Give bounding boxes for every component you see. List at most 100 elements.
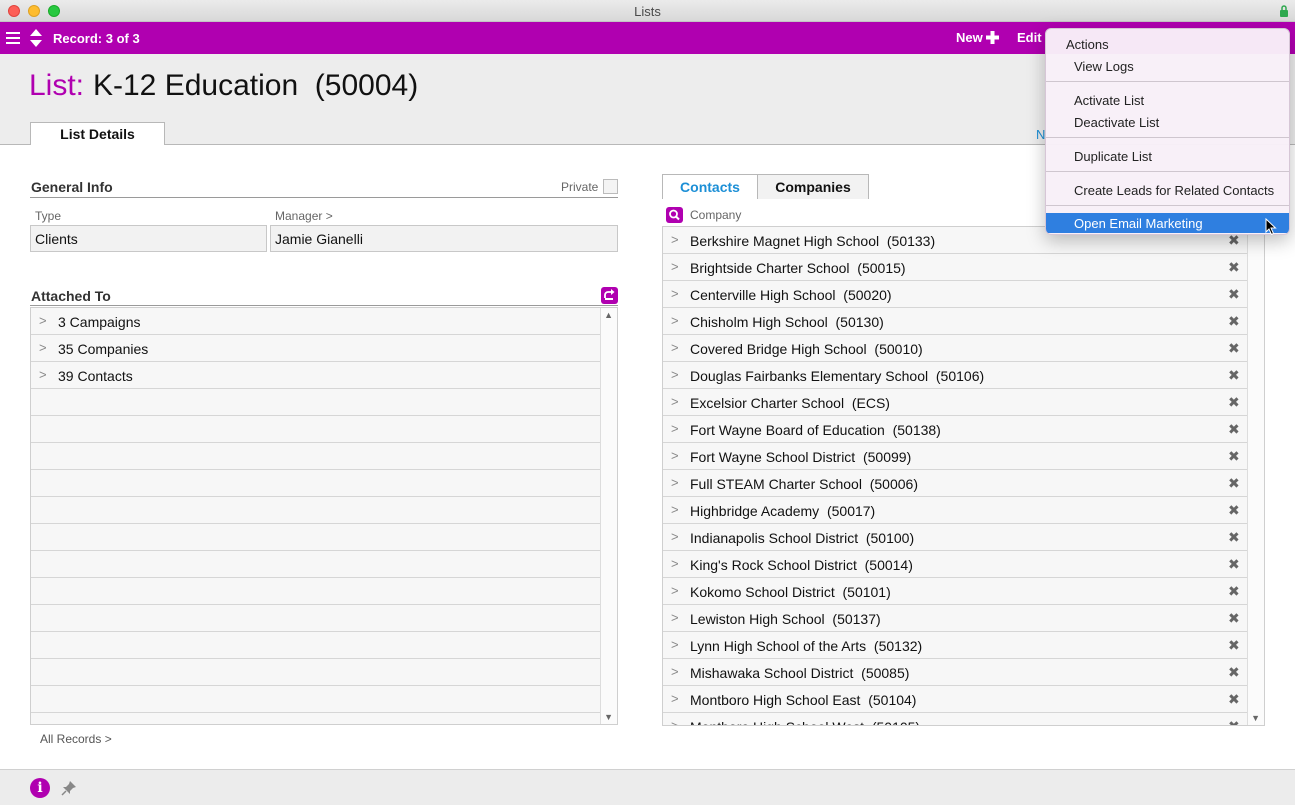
company-name: Centerville High School (50020) (690, 287, 892, 303)
menu-item-open-email-marketing[interactable]: Open Email Marketing (1046, 213, 1289, 233)
list-item[interactable]: >35 Companies (31, 335, 601, 362)
table-row[interactable]: > Lynn High School of the Arts (50132) ✖ (663, 632, 1248, 659)
menu-item-view-logs[interactable]: View Logs (1046, 56, 1289, 76)
remove-icon[interactable]: ✖ (1228, 691, 1240, 708)
attached-to-list: >3 Campaigns >35 Companies >39 Contacts ▲ … (30, 307, 618, 725)
chevron-right-icon[interactable]: > (671, 529, 679, 544)
list-item[interactable]: >39 Contacts (31, 362, 601, 389)
remove-icon[interactable]: ✖ (1228, 286, 1240, 303)
remove-icon[interactable]: ✖ (1228, 259, 1240, 276)
scroll-up-icon[interactable]: ▲ (604, 310, 613, 320)
type-field[interactable]: Clients (30, 225, 267, 252)
chevron-right-icon[interactable]: > (671, 367, 679, 382)
menu-item-create-leads[interactable]: Create Leads for Related Contacts (1046, 180, 1289, 200)
chevron-right-icon[interactable]: > (671, 448, 679, 463)
private-checkbox[interactable] (603, 179, 618, 194)
table-row[interactable]: > Kokomo School District (50101) ✖ (663, 578, 1248, 605)
company-name: Montboro High School West (50105) (690, 719, 920, 725)
table-row[interactable]: > Indianapolis School District (50100) ✖ (663, 524, 1248, 551)
company-name: Excelsior Charter School (ECS) (690, 395, 890, 411)
scroll-down-icon[interactable]: ▼ (604, 712, 613, 722)
company-column-header[interactable]: Company (690, 208, 741, 222)
table-row[interactable]: > Excelsior Charter School (ECS) ✖ (663, 389, 1248, 416)
table-row[interactable]: > Douglas Fairbanks Elementary School (50… (663, 362, 1248, 389)
new-button[interactable]: New (956, 30, 999, 45)
remove-icon[interactable]: ✖ (1228, 664, 1240, 681)
remove-icon[interactable]: ✖ (1228, 421, 1240, 438)
chevron-right-icon[interactable]: > (671, 232, 679, 247)
chevron-right-icon[interactable]: > (671, 475, 679, 490)
remove-icon[interactable]: ✖ (1228, 529, 1240, 546)
chevron-right-icon[interactable]: > (671, 313, 679, 328)
chevron-right-icon[interactable]: > (671, 259, 679, 274)
remove-icon[interactable]: ✖ (1228, 448, 1240, 465)
manager-label[interactable]: Manager > (275, 209, 333, 223)
search-icon[interactable] (666, 207, 683, 223)
partial-link[interactable]: N (1036, 127, 1045, 142)
remove-icon[interactable]: ✖ (1228, 556, 1240, 573)
chevron-right-icon[interactable]: > (39, 313, 47, 328)
chevron-right-icon[interactable]: > (671, 610, 679, 625)
table-row[interactable]: > Brightside Charter School (50015) ✖ (663, 254, 1248, 281)
chevron-right-icon[interactable]: > (39, 367, 47, 382)
remove-icon[interactable]: ✖ (1228, 610, 1240, 627)
tab-contacts[interactable]: Contacts (662, 174, 758, 199)
scroll-down-icon[interactable]: ▼ (1251, 713, 1260, 723)
edit-button[interactable]: Edit (1017, 30, 1042, 45)
menu-item-deactivate-list[interactable]: Deactivate List (1046, 112, 1289, 132)
empty-row (31, 416, 601, 443)
menu-item-activate-list[interactable]: Activate List (1046, 90, 1289, 110)
chevron-right-icon[interactable]: > (671, 502, 679, 517)
remove-icon[interactable]: ✖ (1228, 313, 1240, 330)
companies-list-scrollbar[interactable]: ▼ (1247, 227, 1264, 725)
table-row[interactable]: > Fort Wayne Board of Education (50138) ✖ (663, 416, 1248, 443)
attached-list-scrollbar[interactable]: ▲ ▼ (600, 308, 617, 724)
table-row[interactable]: > Centerville High School (50020) ✖ (663, 281, 1248, 308)
info-icon[interactable]: i (30, 778, 50, 798)
tab-list-details[interactable]: List Details (30, 122, 165, 146)
remove-icon[interactable]: ✖ (1228, 502, 1240, 519)
table-row[interactable]: > Lewiston High School (50137) ✖ (663, 605, 1248, 632)
table-row[interactable]: > Fort Wayne School District (50099) ✖ (663, 443, 1248, 470)
table-row[interactable]: > Montboro High School West (50105) ✖ (663, 713, 1248, 725)
remove-icon[interactable]: ✖ (1228, 475, 1240, 492)
chevron-right-icon[interactable]: > (671, 421, 679, 436)
pin-icon[interactable] (61, 780, 77, 796)
chevron-right-icon[interactable]: > (671, 340, 679, 355)
chevron-right-icon[interactable]: > (671, 394, 679, 409)
chevron-right-icon[interactable]: > (671, 637, 679, 652)
remove-icon[interactable]: ✖ (1228, 637, 1240, 654)
all-records-link[interactable]: All Records > (40, 732, 112, 746)
chevron-right-icon[interactable]: > (671, 286, 679, 301)
table-row[interactable]: > Full STEAM Charter School (50006) ✖ (663, 470, 1248, 497)
chevron-right-icon[interactable]: > (39, 340, 47, 355)
table-row[interactable]: > Highbridge Academy (50017) ✖ (663, 497, 1248, 524)
manager-field[interactable]: Jamie Gianelli (270, 225, 618, 252)
chevron-right-icon[interactable]: > (671, 691, 679, 706)
table-row[interactable]: > Covered Bridge High School (50010) ✖ (663, 335, 1248, 362)
list-item[interactable]: >3 Campaigns (31, 308, 601, 335)
list-item-label: 39 Contacts (58, 368, 133, 384)
page-title-prefix: List: (29, 69, 85, 102)
remove-icon[interactable]: ✖ (1228, 718, 1240, 725)
share-icon[interactable] (601, 287, 618, 304)
chevron-right-icon[interactable]: > (671, 583, 679, 598)
empty-row (31, 551, 601, 578)
table-row[interactable]: > Chisholm High School (50130) ✖ (663, 308, 1248, 335)
menu-item-duplicate-list[interactable]: Duplicate List (1046, 146, 1289, 166)
chevron-right-icon[interactable]: > (671, 718, 679, 725)
remove-icon[interactable]: ✖ (1228, 394, 1240, 411)
chevron-right-icon[interactable]: > (671, 556, 679, 571)
table-row[interactable]: > Montboro High School East (50104) ✖ (663, 686, 1248, 713)
hamburger-menu-icon[interactable] (6, 31, 20, 45)
remove-icon[interactable]: ✖ (1228, 583, 1240, 600)
table-row[interactable]: > King's Rock School District (50014) ✖ (663, 551, 1248, 578)
window-title: Lists (634, 4, 661, 19)
attached-to-divider (30, 305, 618, 306)
table-row[interactable]: > Mishawaka School District (50085) ✖ (663, 659, 1248, 686)
remove-icon[interactable]: ✖ (1228, 367, 1240, 384)
remove-icon[interactable]: ✖ (1228, 340, 1240, 357)
record-navigation-icon[interactable] (29, 28, 43, 48)
chevron-right-icon[interactable]: > (671, 664, 679, 679)
tab-companies[interactable]: Companies (757, 174, 869, 199)
